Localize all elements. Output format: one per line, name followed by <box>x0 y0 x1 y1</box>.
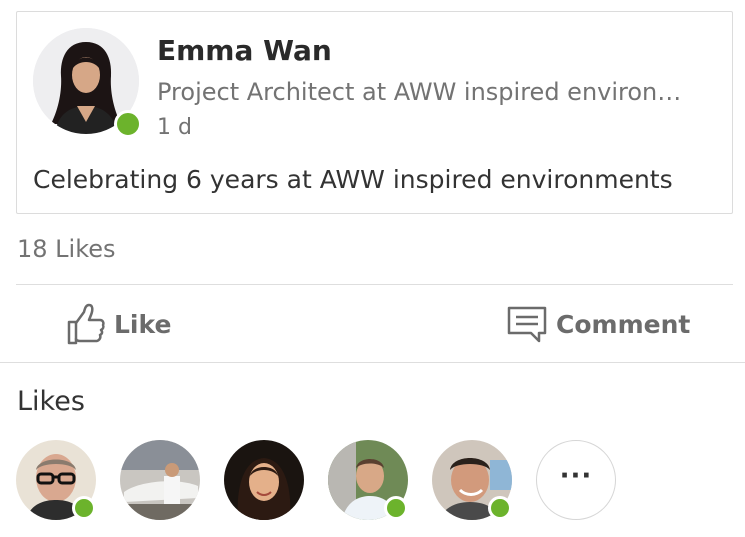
divider <box>0 362 745 363</box>
thumbs-up-icon <box>66 302 106 346</box>
comment-button[interactable]: Comment <box>506 296 690 352</box>
author-headline: Project Architect at AWW inspired enviro… <box>157 78 682 106</box>
likers-list: ··· <box>16 440 736 522</box>
post-text: Celebrating 6 years at AWW inspired envi… <box>33 165 673 194</box>
mobile-status-dot <box>488 496 512 520</box>
likes-section-title: Likes <box>17 386 85 417</box>
divider <box>16 284 733 285</box>
liker-avatar[interactable] <box>224 440 304 520</box>
mobile-status-dot <box>384 496 408 520</box>
comment-label: Comment <box>556 309 691 339</box>
liker-avatar[interactable] <box>120 440 200 520</box>
post-card[interactable]: Emma Wan Project Architect at AWW inspir… <box>16 11 733 214</box>
likes-count[interactable]: 18 Likes <box>17 235 116 263</box>
online-status-dot <box>72 496 96 520</box>
like-label: Like <box>114 309 172 339</box>
author-name[interactable]: Emma Wan <box>157 34 332 67</box>
more-likers-button[interactable]: ··· <box>536 440 616 520</box>
comment-icon <box>506 304 548 344</box>
like-button[interactable]: Like <box>66 296 171 352</box>
post-timestamp: 1 d <box>157 115 192 140</box>
online-status-dot <box>114 110 142 138</box>
